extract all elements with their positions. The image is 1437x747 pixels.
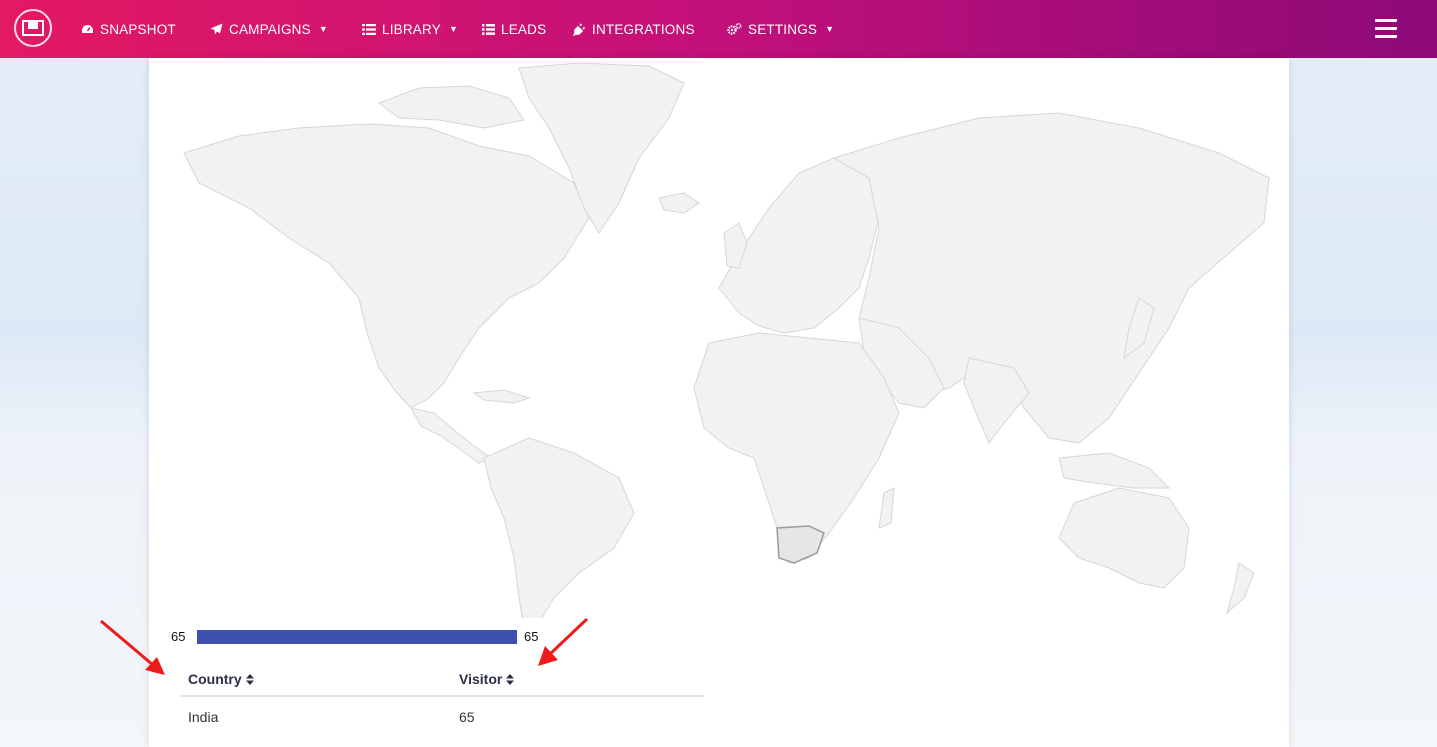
country-header-label: Country — [188, 671, 242, 687]
visitor-header-label: Visitor — [459, 671, 503, 687]
nav-leads-label: LEADS — [501, 21, 547, 37]
nav-snapshot[interactable]: SNAPSHOT — [81, 0, 176, 58]
nav-integrations-label: INTEGRATIONS — [592, 21, 695, 37]
nav-settings-label: SETTINGS — [748, 21, 818, 37]
map-region-iceland — [658, 192, 700, 214]
annotation-arrow-left — [100, 619, 165, 675]
color-legend: 65 65 — [171, 628, 551, 648]
nav-snapshot-label: SNAPSHOT — [100, 21, 176, 37]
visitor-cell: 65 — [459, 709, 475, 725]
table-row: India 65 — [180, 697, 704, 737]
chevron-down-icon: ▼ — [825, 24, 835, 34]
nav-library-label: LIBRARY — [382, 21, 441, 37]
legend-min-value: 65 — [171, 629, 186, 644]
chevron-down-icon: ▼ — [318, 24, 328, 34]
map-region-highlighted — [776, 525, 825, 564]
map-region-se-asia — [1058, 452, 1171, 489]
dashboard-icon — [82, 24, 93, 33]
nav-library[interactable]: LIBRARY ▼ — [362, 0, 458, 58]
plug-icon — [573, 22, 586, 36]
list-icon — [482, 23, 495, 35]
map-region-new-zealand — [1226, 562, 1255, 615]
map-region-madagascar — [878, 487, 895, 529]
map-region-caribbean — [472, 389, 531, 404]
world-map[interactable] — [179, 58, 1274, 618]
map-card: 65 65 Country Visitor India 65 — [149, 58, 1289, 747]
nav-settings[interactable]: SETTINGS ▼ — [727, 0, 834, 58]
cogs-icon — [727, 23, 742, 35]
app-logo[interactable] — [14, 9, 52, 47]
hamburger-icon[interactable] — [1375, 19, 1397, 39]
country-table: Country Visitor India 65 — [180, 663, 704, 737]
map-region-central-america — [410, 407, 493, 464]
chevron-down-icon: ▼ — [448, 24, 459, 34]
annotation-arrow-right — [538, 617, 589, 666]
visitor-column-header[interactable]: Visitor — [459, 671, 704, 687]
sort-icon — [506, 673, 515, 685]
top-navbar: SNAPSHOT CAMPAIGNS ▼ LIBRARY ▼ LEADS INT… — [0, 0, 1437, 58]
table-header: Country Visitor — [180, 663, 704, 697]
country-column-header[interactable]: Country — [180, 671, 459, 687]
legend-color-bar — [197, 630, 517, 644]
map-region-australia — [1058, 487, 1190, 589]
nav-leads[interactable]: LEADS — [482, 0, 546, 58]
map-region-arctic-islands — [377, 85, 525, 129]
map-region-north-america — [183, 123, 590, 409]
nav-campaigns-label: CAMPAIGNS — [229, 21, 311, 37]
nav-integrations[interactable]: INTEGRATIONS — [573, 0, 695, 58]
sort-icon — [245, 673, 254, 685]
nav-campaigns[interactable]: CAMPAIGNS ▼ — [210, 0, 328, 58]
map-region-south-america — [483, 437, 635, 618]
country-cell: India — [188, 709, 219, 725]
paper-plane-icon — [210, 23, 223, 35]
library-icon — [362, 23, 376, 35]
